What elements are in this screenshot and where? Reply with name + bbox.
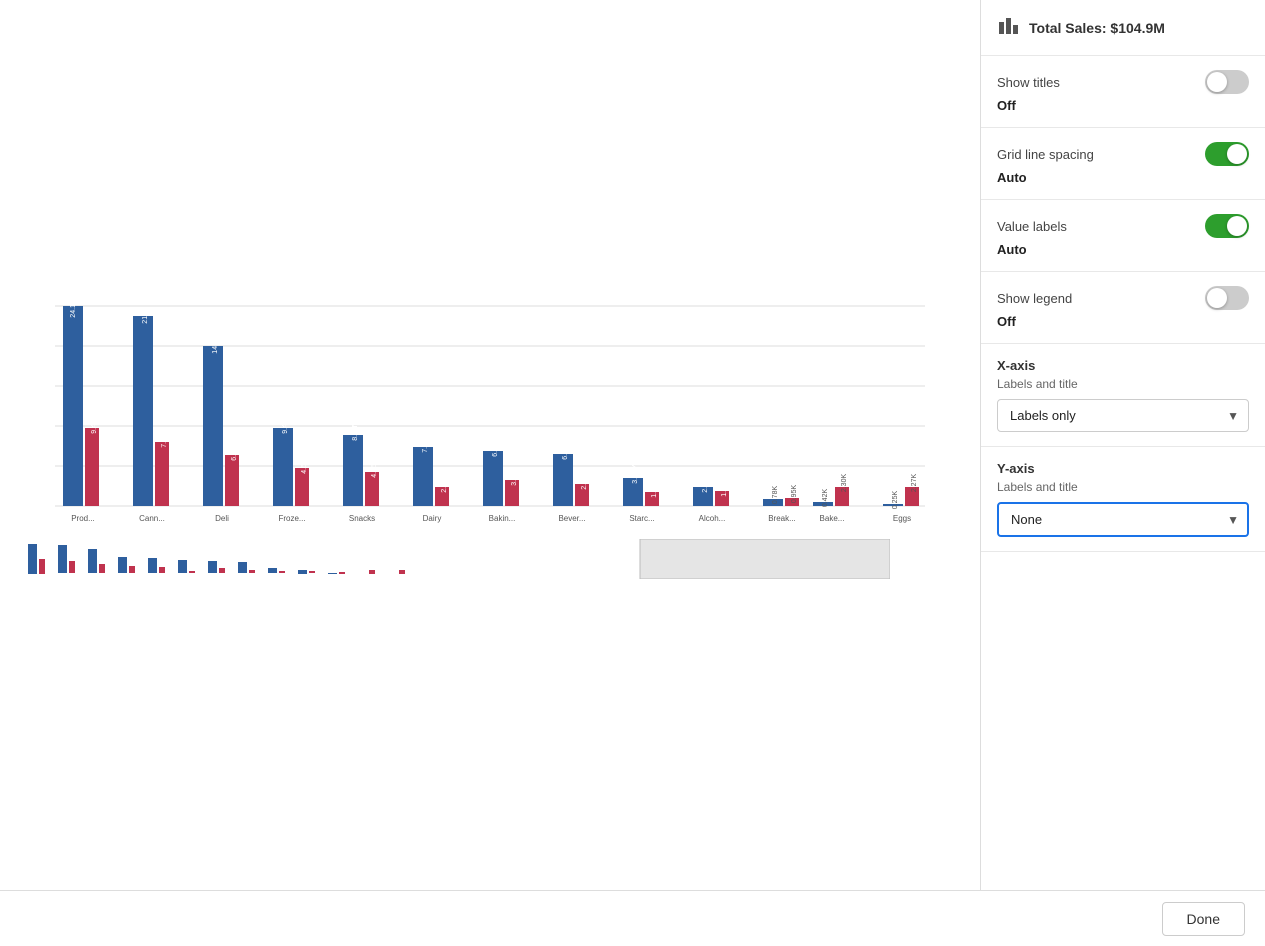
svg-text:Dairy: Dairy	[423, 514, 442, 523]
main-area: 24.18M 9.45M Prod... 21.69M 7.72M Cann..…	[0, 0, 1265, 890]
show-titles-label: Show titles	[997, 75, 1060, 90]
bar-chart-icon	[997, 14, 1019, 41]
svg-text:4.64M: 4.64M	[301, 454, 308, 474]
svg-text:Prod...: Prod...	[71, 514, 95, 523]
grid-line-spacing-label: Grid line spacing	[997, 147, 1094, 162]
svg-text:7.72M: 7.72M	[161, 428, 168, 448]
grid-line-spacing-value: Auto	[997, 170, 1249, 185]
x-axis-labels-title: Labels and title	[997, 377, 1249, 391]
grid-line-spacing-thumb	[1227, 144, 1247, 164]
bottom-bar: Done	[0, 890, 1265, 946]
done-button[interactable]: Done	[1162, 902, 1245, 936]
chart-area: 24.18M 9.45M Prod... 21.69M 7.72M Cann..…	[0, 0, 980, 890]
svg-text:2.35M: 2.35M	[441, 473, 448, 493]
value-labels-row: Value labels	[997, 214, 1249, 238]
svg-text:0.78K: 0.78K	[772, 486, 779, 505]
svg-text:2.29M: 2.29M	[702, 473, 709, 493]
x-axis-title: X-axis	[997, 358, 1249, 373]
show-legend-section: Show legend Off	[981, 272, 1265, 344]
grid-line-spacing-row: Grid line spacing	[997, 142, 1249, 166]
panel-header: Total Sales: $104.9M	[981, 0, 1265, 56]
svg-text:1.66M: 1.66M	[651, 478, 658, 498]
svg-text:2.30K: 2.30K	[841, 474, 848, 493]
svg-text:Break...: Break...	[768, 514, 796, 523]
value-labels-toggle[interactable]	[1205, 214, 1249, 238]
value-labels-section: Value labels Auto	[981, 200, 1265, 272]
svg-text:Bakin...: Bakin...	[489, 514, 516, 523]
svg-text:3.40M: 3.40M	[632, 464, 639, 484]
x-axis-section: X-axis Labels and title Labels only Titl…	[981, 344, 1265, 447]
show-legend-toggle[interactable]	[1205, 286, 1249, 310]
svg-text:Snacks: Snacks	[349, 514, 375, 523]
value-labels-value: Auto	[997, 242, 1249, 257]
svg-text:3.22M: 3.22M	[511, 466, 518, 486]
svg-text:Alcoh...: Alcoh...	[699, 514, 726, 523]
show-legend-value: Off	[997, 314, 1249, 329]
minimap-chart	[20, 539, 890, 579]
panel-title: Total Sales: $104.9M	[1029, 20, 1165, 36]
show-legend-label: Show legend	[997, 291, 1072, 306]
svg-text:6.32M: 6.32M	[562, 440, 569, 460]
svg-text:14.63M: 14.63M	[212, 330, 219, 354]
value-labels-label: Value labels	[997, 219, 1067, 234]
show-titles-row: Show titles	[997, 70, 1249, 94]
svg-text:2.27K: 2.27K	[911, 474, 918, 493]
svg-text:2.73M: 2.73M	[581, 470, 588, 490]
svg-text:6.73M: 6.73M	[492, 437, 499, 457]
svg-text:0.95K: 0.95K	[791, 485, 798, 504]
svg-text:24.18M: 24.18M	[70, 294, 77, 318]
svg-text:Bever...: Bever...	[558, 514, 585, 523]
bar-chart: 24.18M 9.45M Prod... 21.69M 7.72M Cann..…	[20, 306, 960, 526]
svg-text:21.69M: 21.69M	[142, 300, 149, 324]
value-labels-thumb	[1227, 216, 1247, 236]
svg-text:1.77M: 1.77M	[721, 477, 728, 497]
svg-text:7.18M: 7.18M	[422, 433, 429, 453]
grid-line-spacing-section: Grid line spacing Auto	[981, 128, 1265, 200]
show-titles-thumb	[1207, 72, 1227, 92]
svg-text:Cann...: Cann...	[139, 514, 165, 523]
svg-text:Froze...: Froze...	[278, 514, 305, 523]
show-titles-toggle[interactable]	[1205, 70, 1249, 94]
svg-text:6.16M: 6.16M	[231, 441, 238, 461]
svg-text:9.49M: 9.49M	[282, 414, 289, 434]
svg-text:4.05M: 4.05M	[371, 458, 378, 478]
svg-text:Starc...: Starc...	[629, 514, 654, 523]
x-axis-select[interactable]: Labels only Title only Both None	[997, 399, 1249, 432]
show-legend-thumb	[1207, 288, 1227, 308]
show-titles-value: Off	[997, 98, 1249, 113]
svg-text:8.63M: 8.63M	[352, 421, 359, 441]
svg-text:Bake...: Bake...	[820, 514, 845, 523]
svg-text:9.45M: 9.45M	[91, 414, 98, 434]
x-axis-dropdown-wrapper: Labels only Title only Both None ▼	[997, 399, 1249, 432]
show-legend-row: Show legend	[997, 286, 1249, 310]
svg-text:0.42K: 0.42K	[822, 489, 829, 508]
right-panel: Total Sales: $104.9M Show titles Off Gri…	[980, 0, 1265, 890]
show-titles-section: Show titles Off	[981, 56, 1265, 128]
y-axis-title: Y-axis	[997, 461, 1249, 476]
y-axis-labels-title: Labels and title	[997, 480, 1249, 494]
y-axis-section: Y-axis Labels and title None Labels only…	[981, 447, 1265, 552]
y-axis-select[interactable]: None Labels only Title only Both	[997, 502, 1249, 537]
svg-text:0.25K: 0.25K	[892, 491, 899, 510]
grid-line-spacing-toggle[interactable]	[1205, 142, 1249, 166]
svg-text:Deli: Deli	[215, 514, 229, 523]
y-axis-dropdown-wrapper: None Labels only Title only Both ▼	[997, 502, 1249, 537]
svg-text:Eggs: Eggs	[893, 514, 911, 523]
